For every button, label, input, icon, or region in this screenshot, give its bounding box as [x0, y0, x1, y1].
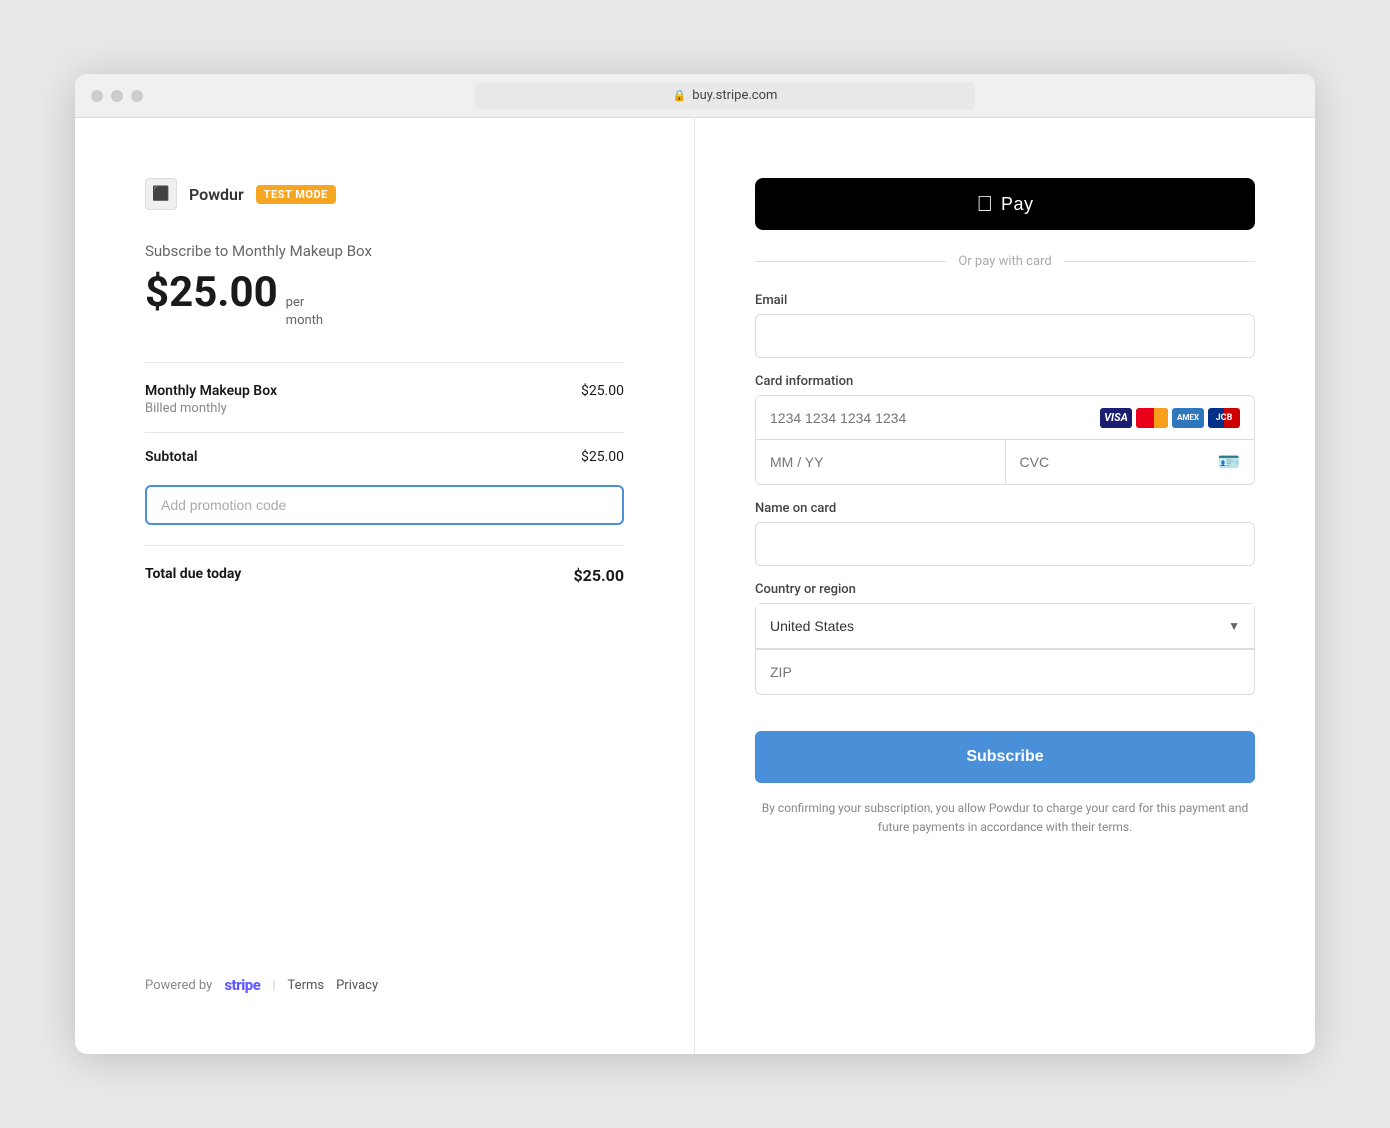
line-item-price: $25.00 [581, 383, 624, 399]
stripe-logo: stripe [224, 976, 260, 994]
address-bar: 🔒 buy.stripe.com [475, 82, 975, 110]
name-on-card-group: Name on card [755, 501, 1255, 566]
total-label: Total due today [145, 566, 241, 585]
merchant-header: ⬛ Powdur TEST MODE [145, 178, 624, 210]
merchant-icon: ⬛ [145, 178, 177, 210]
zip-input-wrap [755, 649, 1255, 695]
name-on-card-input[interactable] [755, 522, 1255, 566]
footer-left: Powered by stripe | Terms Privacy [145, 936, 624, 994]
promo-code-input[interactable] [145, 485, 624, 525]
card-icons: VISA AMEX JCB [1100, 408, 1240, 428]
or-divider: Or pay with card [755, 254, 1255, 269]
browser-bar: 🔒 buy.stripe.com [75, 74, 1315, 118]
country-select[interactable]: United States Canada United Kingdom Aust… [756, 604, 1254, 648]
country-region-group: Country or region United States Canada U… [755, 582, 1255, 695]
email-label: Email [755, 293, 1255, 308]
left-main-content: ⬛ Powdur TEST MODE Subscribe to Monthly … [145, 178, 624, 585]
amex-icon: AMEX [1172, 408, 1204, 428]
consent-text: By confirming your subscription, you all… [755, 799, 1255, 837]
total-value: $25.00 [573, 566, 624, 585]
footer-divider: | [272, 978, 275, 993]
traffic-light-red [91, 90, 103, 102]
apple-pay-button[interactable]:  Pay [755, 178, 1255, 230]
jcb-icon: JCB [1208, 408, 1240, 428]
card-number-row: VISA AMEX JCB [756, 396, 1254, 440]
mastercard-icon [1136, 408, 1168, 428]
line-item-name: Monthly Makeup Box [145, 383, 277, 399]
or-pay-text: Or pay with card [958, 254, 1051, 269]
visa-icon: VISA [1100, 408, 1132, 428]
zip-input[interactable] [756, 650, 1254, 694]
card-row-bottom: 🪪 [756, 440, 1254, 484]
card-expiry-input[interactable] [770, 454, 991, 470]
subscription-title: Subscribe to Monthly Makeup Box [145, 242, 624, 260]
merchant-icon-glyph: ⬛ [152, 186, 169, 202]
card-cvc-input[interactable] [1020, 454, 1218, 470]
subtotal-value: $25.00 [581, 449, 624, 465]
privacy-link[interactable]: Privacy [336, 978, 378, 993]
card-expiry-wrap [756, 440, 1006, 484]
terms-link[interactable]: Terms [288, 978, 325, 993]
email-input[interactable] [755, 314, 1255, 358]
lock-icon: 🔒 [673, 89, 687, 102]
left-panel: ⬛ Powdur TEST MODE Subscribe to Monthly … [75, 118, 695, 1054]
page-content: ⬛ Powdur TEST MODE Subscribe to Monthly … [75, 118, 1315, 1054]
card-number-input[interactable] [770, 410, 1100, 426]
apple-pay-label: Pay [1001, 194, 1034, 215]
line-items: Monthly Makeup Box Billed monthly $25.00… [145, 362, 624, 585]
subtotal-label: Subtotal [145, 449, 198, 465]
traffic-light-yellow [111, 90, 123, 102]
email-group: Email [755, 293, 1255, 358]
card-info-group: Card information VISA AMEX JCB [755, 374, 1255, 485]
powered-by-text: Powered by [145, 978, 212, 993]
right-panel:  Pay Or pay with card Email Card inform… [695, 118, 1315, 1054]
merchant-name: Powdur [189, 185, 244, 204]
price-period: per month [286, 294, 323, 330]
traffic-light-green [131, 90, 143, 102]
total-row: Total due today $25.00 [145, 545, 624, 585]
price-amount: $25.00 [145, 268, 278, 317]
card-cvc-wrap: 🪪 [1006, 440, 1255, 484]
browser-window: 🔒 buy.stripe.com ⬛ Powdur TEST MODE Subs… [75, 74, 1315, 1054]
country-select-container: United States Canada United Kingdom Aust… [755, 603, 1255, 649]
cvc-card-icon: 🪪 [1218, 452, 1240, 473]
apple-icon:  [976, 191, 993, 217]
line-item-billing: Billed monthly [145, 401, 277, 416]
test-mode-badge: TEST MODE [256, 185, 336, 204]
name-on-card-label: Name on card [755, 501, 1255, 516]
divider-line-right [1064, 261, 1255, 262]
url-text: buy.stripe.com [692, 88, 777, 103]
subscribe-button[interactable]: Subscribe [755, 731, 1255, 783]
card-info-fields: VISA AMEX JCB 🪪 [755, 395, 1255, 485]
price-row: $25.00 per month [145, 268, 624, 330]
divider-line-left [755, 261, 946, 262]
line-item: Monthly Makeup Box Billed monthly $25.00 [145, 383, 624, 416]
country-label: Country or region [755, 582, 1255, 597]
card-info-label: Card information [755, 374, 1255, 389]
subtotal-row: Subtotal $25.00 [145, 432, 624, 465]
line-item-details: Monthly Makeup Box Billed monthly [145, 383, 277, 416]
